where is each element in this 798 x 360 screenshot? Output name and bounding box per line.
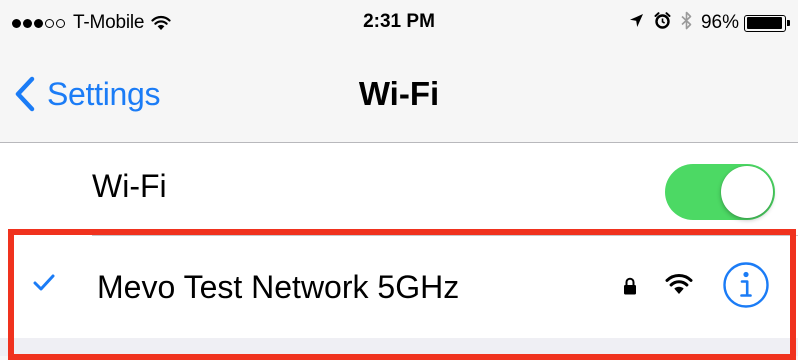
lock-icon [624,277,636,295]
settings-table: Wi-Fi Mevo Test Network 5GHz [0,143,798,338]
wifi-signal-icon [665,273,693,294]
section-footer [0,338,798,356]
network-name: Mevo Test Network 5GHz [97,269,460,305]
navigation-bar: Settings Wi-Fi [0,46,798,143]
toggle-knob [721,166,773,218]
network-row[interactable]: Mevo Test Network 5GHz [0,236,798,338]
status-bar: T-Mobile 2:31 PM 96% [0,0,798,46]
wifi-toggle-label: Wi-Fi [92,168,167,204]
info-icon[interactable] [722,261,770,309]
battery-percent: 96% [700,12,739,33]
location-arrow-icon [629,13,644,33]
status-bar-right: 96% [619,10,790,36]
bluetooth-icon [681,11,692,35]
page-title: Wi-Fi [358,75,440,112]
battery-icon [744,14,790,32]
alarm-icon [654,12,671,34]
checkmark-icon [33,274,55,291]
wifi-toggle-switch[interactable] [665,164,775,220]
wifi-toggle-row: Wi-Fi [0,143,798,236]
